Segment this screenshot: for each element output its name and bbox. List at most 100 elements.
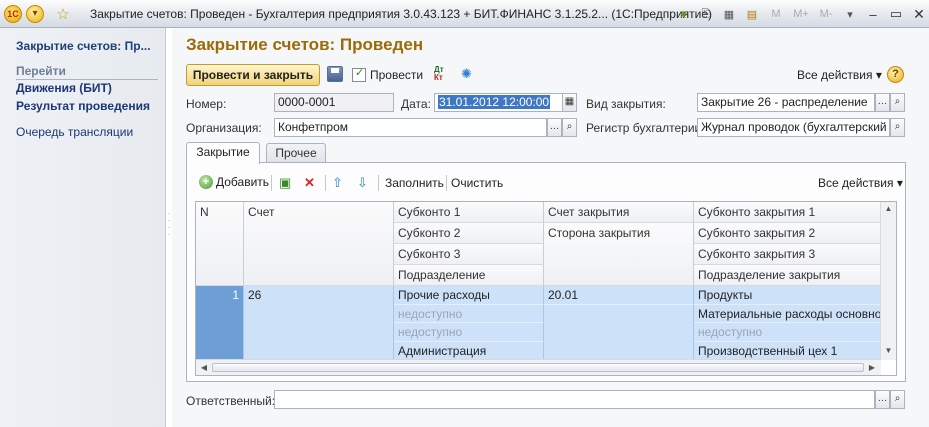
plus-icon: + (199, 175, 213, 189)
column-header-account[interactable]: Счет (244, 202, 394, 286)
column-header-closing-subconto-3[interactable]: Субконто закрытия 3 (694, 244, 882, 265)
toolbar-divider (378, 175, 379, 191)
delete-row-icon[interactable]: ✕ (304, 175, 315, 191)
window-title-bar: 1С ▾ ☆ Закрытие счетов: Проведен - Бухга… (0, 0, 929, 28)
all-actions-label: Все действия (797, 68, 873, 82)
responsible-label: Ответственный: (186, 394, 276, 408)
save-icon[interactable] (327, 66, 343, 82)
post-and-close-button[interactable]: Провести и закрыть (186, 64, 320, 86)
add-favorite-icon[interactable]: ★ (673, 4, 693, 24)
horizontal-scroll-thumb[interactable] (212, 363, 864, 372)
table-cell-closing-subconto-3[interactable]: недоступно (694, 323, 882, 342)
scroll-down-icon[interactable]: ▼ (881, 344, 896, 358)
tab-closing[interactable]: Закрытие (186, 142, 260, 164)
nav-go-label: Перейти (16, 64, 158, 80)
lightbulb-icon[interactable]: ✺ (461, 66, 472, 82)
table-cell-subconto-3[interactable]: недоступно (394, 323, 544, 342)
scroll-left-icon[interactable]: ◀ (197, 360, 211, 375)
add-row-label: Добавить (216, 175, 270, 189)
tab-other[interactable]: Прочее (266, 143, 326, 163)
chevron-down-icon: ▾ (875, 68, 882, 82)
closing-type-select-button[interactable]: … (875, 93, 890, 112)
nav-form-title[interactable]: Закрытие счетов: Пр... (16, 39, 151, 53)
dt-kt-report-icon[interactable]: Дт Кт (434, 66, 444, 82)
scroll-up-icon[interactable]: ▲ (881, 202, 896, 216)
table-cell-closing-side[interactable] (544, 305, 694, 360)
organization-open-icon[interactable]: ⌕ (562, 118, 577, 137)
table-all-actions-menu[interactable]: Все действия ▾ (818, 176, 903, 190)
responsible-field[interactable] (274, 390, 875, 409)
calendar-picker-icon[interactable]: ▦ (562, 93, 577, 112)
closing-type-field[interactable]: Закрытие 26 - распределение (697, 93, 875, 112)
organization-label: Организация: (186, 121, 262, 135)
main-menu-icon[interactable]: ▾ (26, 4, 44, 23)
column-header-closing-side[interactable]: Сторона закрытия (544, 223, 694, 286)
date-label: Дата: (401, 97, 431, 111)
calendar-icon[interactable]: ▤ (742, 4, 762, 24)
register-field[interactable]: Журнал проводок (бухгалтерский и н (697, 118, 890, 137)
column-header-closing-subconto-1[interactable]: Субконто закрытия 1 (694, 202, 882, 223)
chevron-down-icon[interactable]: ▾ (840, 4, 860, 24)
toolbar-divider (325, 175, 326, 191)
scroll-right-icon[interactable]: ▶ (865, 360, 879, 375)
responsible-open-icon[interactable]: ⌕ (890, 390, 905, 409)
app-logo-icon[interactable]: 1С (4, 4, 22, 23)
table-cell-subconto-1[interactable]: Прочие расходы (394, 286, 544, 305)
maximize-icon[interactable]: ▭ (886, 4, 906, 24)
copy-row-icon[interactable]: ▣ (279, 175, 291, 191)
post-button[interactable]: Провести (352, 64, 423, 86)
table-cell-subconto-2[interactable]: недоступно (394, 305, 544, 323)
move-down-icon[interactable]: ⇩ (357, 175, 368, 191)
move-up-icon[interactable]: ⇧ (332, 175, 343, 191)
table-cell-closing-department[interactable]: Производственный цех 1 (694, 342, 882, 360)
minimize-icon[interactable]: – (863, 4, 883, 24)
all-actions-menu[interactable]: Все действия ▾ (797, 68, 882, 82)
fill-button[interactable]: Заполнить (385, 176, 444, 190)
title-bar-tools: ★ ⎘ ▦ ▤ M M+ M- ▾ – ▭ ✕ (670, 3, 929, 25)
column-header-subconto-2[interactable]: Субконто 2 (394, 223, 544, 244)
register-open-icon[interactable]: ⌕ (890, 118, 905, 137)
memory-m-button[interactable]: M (765, 4, 787, 24)
nav-link-posting-result[interactable]: Результат проведения (16, 99, 150, 113)
link-icon[interactable]: ⎘ (696, 4, 716, 24)
add-row-button[interactable]: + Добавить (199, 175, 269, 189)
table-cell-closing-subconto-1[interactable]: Продукты (694, 286, 882, 305)
column-header-closing-account[interactable]: Счет закрытия (544, 202, 694, 223)
closing-type-label: Вид закрытия: (586, 97, 666, 111)
favorites-star-icon[interactable]: ☆ (54, 5, 72, 23)
number-field[interactable]: 0000-0001 (274, 93, 394, 112)
organization-select-button[interactable]: … (547, 118, 562, 137)
horizontal-scrollbar[interactable]: ◀ ▶ (196, 359, 881, 375)
memory-plus-button[interactable]: M+ (790, 4, 812, 24)
table-cell-account[interactable]: 26 (244, 286, 394, 360)
help-button[interactable]: ? (887, 66, 904, 83)
form-area: Закрытие счетов: Проведен Провести и зак… (172, 28, 929, 427)
column-header-closing-department[interactable]: Подразделение закрытия (694, 265, 882, 286)
clear-button[interactable]: Очистить (451, 176, 503, 190)
toolbar-divider (446, 175, 447, 191)
column-header-subconto-3[interactable]: Субконто 3 (394, 244, 544, 265)
number-label: Номер: (186, 97, 227, 111)
closing-type-open-icon[interactable]: ⌕ (890, 93, 905, 112)
calculator-icon[interactable]: ▦ (719, 4, 739, 24)
column-header-subconto-1[interactable]: Субконто 1 (394, 202, 544, 223)
memory-minus-button[interactable]: M- (815, 4, 837, 24)
column-header-n[interactable]: N (196, 202, 244, 286)
close-icon[interactable]: ✕ (909, 4, 929, 24)
organization-field[interactable]: Конфетпром (274, 118, 547, 137)
form-title: Закрытие счетов: Проведен (186, 35, 424, 54)
column-header-closing-subconto-2[interactable]: Субконто закрытия 2 (694, 223, 882, 244)
register-label: Регистр бухгалтерии: (586, 121, 705, 135)
kt-label: Кт (434, 73, 443, 82)
responsible-select-button[interactable]: … (875, 390, 890, 409)
table-cell-department[interactable]: Администрация (394, 342, 544, 360)
nav-link-movements[interactable]: Движения (БИТ) (16, 81, 112, 95)
date-field[interactable]: 31.01.2012 12:00:00 (434, 93, 563, 112)
column-header-department[interactable]: Подразделение (394, 265, 544, 286)
vertical-scrollbar[interactable]: ▲ ▼ (880, 202, 896, 360)
table-cell-closing-account[interactable]: 20.01 (544, 286, 694, 305)
table-cell-closing-subconto-2[interactable]: Материальные расходы основного п (694, 305, 882, 323)
table-row-number[interactable]: 1 (196, 286, 244, 360)
toolbar-divider (271, 175, 272, 191)
nav-link-translation-queue[interactable]: Очередь трансляции (16, 125, 133, 139)
